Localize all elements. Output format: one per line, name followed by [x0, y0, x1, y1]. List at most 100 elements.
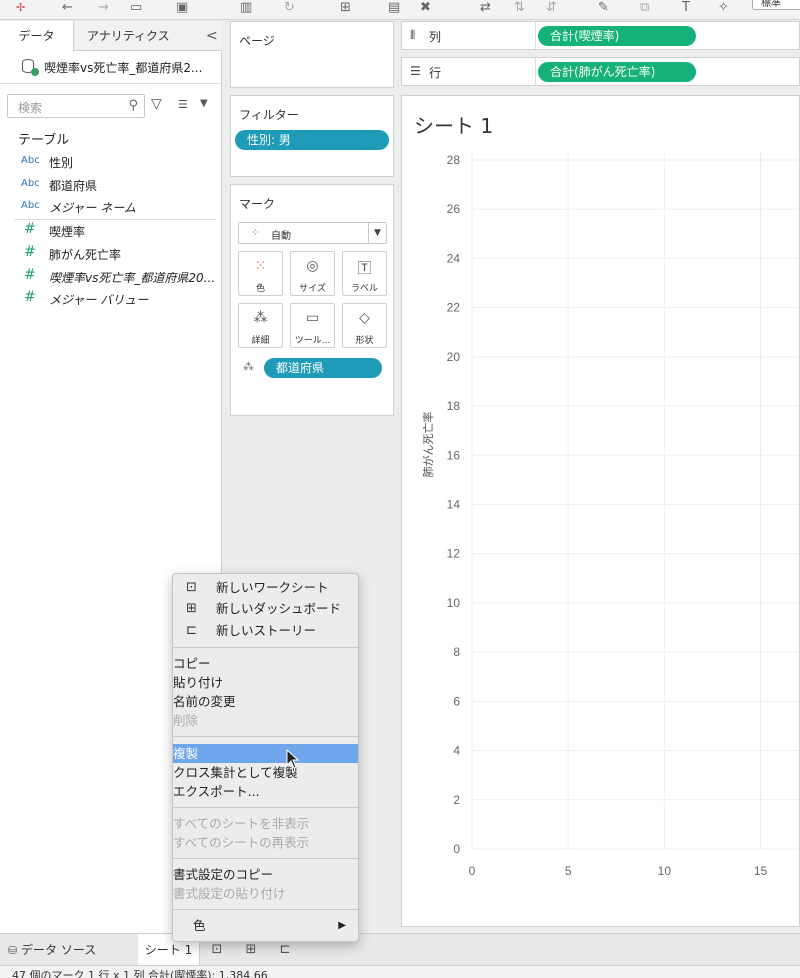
- filters-card[interactable]: フィルター 性別: 男: [230, 95, 394, 177]
- menu-item-delete: 削除: [173, 713, 199, 728]
- tab-data[interactable]: データ: [0, 21, 74, 52]
- menu-item-export[interactable]: エクスポート...: [173, 782, 358, 801]
- rows-pill[interactable]: 合計(肺がん死亡率): [538, 62, 696, 82]
- database-icon: ⛁: [8, 944, 18, 957]
- worksheet-view[interactable]: シート 1 0 2 4 6 8 10 12 14 16 18 20 22 24 26 28 0 5 10 15 肺がん…: [401, 95, 800, 927]
- detail-button[interactable]: ⁂ 詳細: [238, 303, 283, 348]
- clear-sheet-icon[interactable]: ✖: [420, 1, 431, 15]
- search-input[interactable]: 検索 ⚲: [7, 94, 145, 118]
- fit-select[interactable]: 標準: [752, 0, 800, 10]
- refresh-icon[interactable]: ↻: [284, 1, 295, 15]
- group-icon[interactable]: ⧉: [640, 1, 649, 15]
- redo-icon[interactable]: →: [98, 1, 109, 15]
- y-tick-label: 28: [447, 153, 461, 167]
- collapse-pane-icon[interactable]: <: [206, 21, 218, 51]
- status-text: 47 個のマーク 1 行 x 1 列 合計(喫煙率): 1,384.66: [12, 969, 268, 978]
- list-view-icon[interactable]: ☰: [178, 98, 188, 111]
- menu-item-paste[interactable]: 貼り付け: [173, 673, 358, 692]
- number-type-icon: #: [24, 221, 36, 237]
- detail-pill[interactable]: 都道府県: [264, 358, 382, 378]
- menu-item-label: 新しいワークシート: [216, 580, 329, 595]
- marks-card: マーク ⁘ 自動 ▼ ⁙ 色 ◎ サイズ 🅃 ラベル ⁂ 詳細 ▭ ツール...…: [230, 184, 394, 416]
- new-datasource-icon[interactable]: ▭: [130, 1, 142, 15]
- field-item[interactable]: Abc メジャー ネーム: [0, 197, 222, 219]
- menu-item-label: 色: [193, 918, 206, 933]
- field-item[interactable]: # 喫煙率: [0, 221, 222, 243]
- menu-item-new-worksheet[interactable]: ⊡ 新しいワークシート: [173, 578, 358, 597]
- rows-shelf[interactable]: ☰ 行 合計(肺がん死亡率): [401, 57, 800, 86]
- mark-type-label: 自動: [271, 231, 291, 242]
- size-button[interactable]: ◎ サイズ: [290, 251, 335, 296]
- label-label: ラベル: [350, 284, 378, 294]
- tab-datasource[interactable]: ⛁ データ ソース: [0, 934, 138, 966]
- filter-pill[interactable]: 性別: 男: [235, 130, 389, 150]
- mark-type-select[interactable]: ⁘ 自動 ▼: [238, 222, 387, 244]
- y-tick-label: 16: [447, 448, 461, 462]
- menu-item-duplicate[interactable]: 複製: [173, 744, 358, 763]
- label-icon[interactable]: T: [682, 1, 690, 15]
- pin-icon[interactable]: ✧: [718, 1, 729, 15]
- label-button[interactable]: 🅃 ラベル: [342, 251, 387, 296]
- new-dashboard-icon[interactable]: ⊞: [238, 942, 264, 960]
- menu-item-rename[interactable]: 名前の変更: [173, 692, 358, 711]
- tooltip-icon: ▭: [305, 310, 320, 326]
- sheet-tab-bar: ⛁ データ ソース シート 1 ⊡ ⊞ ⊏: [0, 933, 800, 966]
- undo-icon[interactable]: ←: [62, 1, 73, 15]
- field-item[interactable]: Abc 都道府県: [0, 175, 222, 197]
- datasource-row[interactable]: 喫煙率vs死亡率_都道府県2...: [0, 52, 222, 84]
- y-tick-label: 22: [447, 301, 461, 315]
- tab-analytics[interactable]: アナリティクス: [87, 21, 170, 51]
- menu-item-new-story[interactable]: ⊏ 新しいストーリー: [173, 621, 358, 640]
- scatter-chart[interactable]: 02468101214161820222426280 5 10 15肺がん死亡率: [402, 96, 799, 926]
- menu-separator: [173, 736, 358, 737]
- field-item[interactable]: # メジャー バリュー: [0, 289, 222, 311]
- search-icon: ⚲: [128, 98, 138, 113]
- menu-item-new-dashboard[interactable]: ⊞ 新しいダッシュボード: [173, 599, 358, 618]
- auto-mark-icon: ⁘: [251, 226, 261, 239]
- highlight-icon[interactable]: ✎: [598, 1, 609, 15]
- sort-asc-icon[interactable]: ⇅: [514, 1, 525, 15]
- tooltip-button[interactable]: ▭ ツール...: [290, 303, 335, 348]
- new-worksheet-icon[interactable]: ⊡: [204, 942, 230, 960]
- add-chart-icon[interactable]: ⊞: [340, 1, 351, 15]
- y-tick-label: 12: [447, 547, 461, 561]
- pages-card[interactable]: ページ: [230, 21, 394, 88]
- detail-label: 詳細: [251, 336, 270, 346]
- shape-button[interactable]: ◇ 形状: [342, 303, 387, 348]
- duplicate-sheet-icon[interactable]: ▤: [388, 1, 400, 15]
- save-icon[interactable]: ▣: [176, 1, 188, 15]
- menu-separator: [173, 858, 358, 859]
- menu-item-paste-format: 書式設定の貼り付け: [173, 886, 286, 901]
- columns-pill[interactable]: 合計(喫煙率): [538, 26, 696, 46]
- filter-icon[interactable]: ▽: [151, 96, 162, 112]
- tableau-logo-icon: ✢: [16, 1, 26, 14]
- menu-item-copy-format[interactable]: 書式設定のコピー: [173, 865, 358, 884]
- sort-desc-icon[interactable]: ⇵: [546, 1, 557, 15]
- divider: [535, 22, 536, 49]
- x-tick-label: 15: [754, 864, 768, 878]
- connected-check-icon: [31, 68, 39, 76]
- chevron-down-icon[interactable]: ▼: [200, 98, 208, 109]
- menu-item-label: 新しいダッシュボード: [216, 601, 342, 616]
- swap-icon[interactable]: ⇄: [480, 1, 491, 15]
- y-tick-label: 18: [447, 399, 461, 413]
- new-story-icon: ⊏: [186, 623, 197, 638]
- color-button[interactable]: ⁙ 色: [238, 251, 283, 296]
- rows-label: 行: [429, 66, 442, 80]
- new-story-icon[interactable]: ⊏: [272, 942, 298, 960]
- rows-icon: ☰: [410, 64, 421, 78]
- menu-item-color[interactable]: 色 ▶: [173, 916, 358, 935]
- menu-item-copy[interactable]: コピー: [173, 654, 358, 673]
- new-sheet-icon[interactable]: ▥: [240, 1, 252, 15]
- chevron-down-icon: ▼: [368, 223, 386, 243]
- field-item[interactable]: # 喫煙率vs死亡率_都道府県20...: [0, 267, 222, 289]
- marks-title: マーク: [239, 197, 276, 211]
- new-worksheet-icon: ⊡: [186, 580, 197, 595]
- field-item[interactable]: Abc 性別: [0, 152, 222, 174]
- columns-shelf[interactable]: ⦀ 列 合計(喫煙率): [401, 21, 800, 50]
- size-label: サイズ: [299, 284, 326, 294]
- filters-title: フィルター: [239, 108, 299, 122]
- menu-item-duplicate-crosstab[interactable]: クロス集計として複製: [173, 763, 358, 782]
- y-tick-label: 0: [453, 842, 460, 856]
- field-item[interactable]: # 肺がん死亡率: [0, 244, 222, 266]
